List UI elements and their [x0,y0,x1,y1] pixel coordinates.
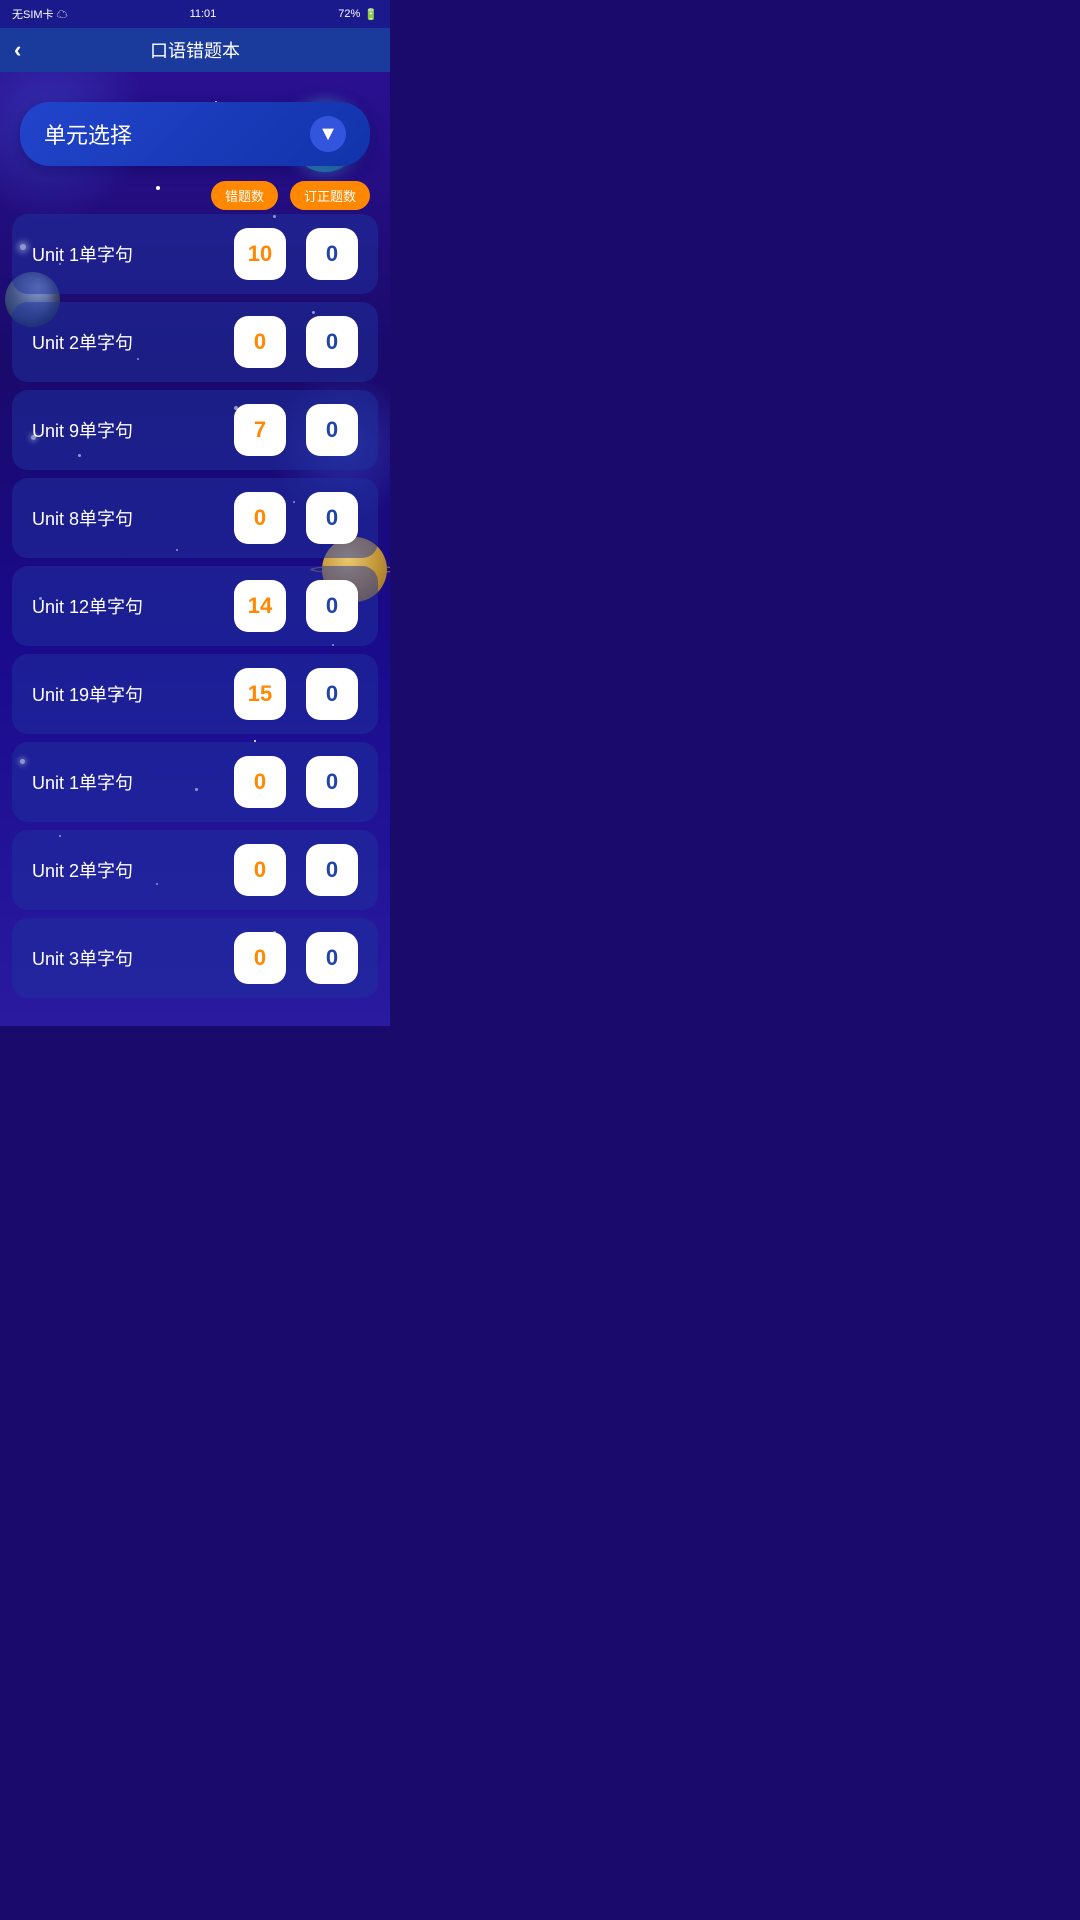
page-title: 口语错题本 [150,37,240,63]
item-counts: 00 [234,492,358,544]
correction-count-badge: 0 [306,756,358,808]
back-button[interactable]: ‹ [14,37,21,63]
chevron-down-icon: ▼ [310,116,346,152]
unit-name: Unit 12单字句 [32,593,234,619]
battery-icon: 🔋 [364,8,378,21]
status-left: 无SIM卡 ☁ [12,6,68,22]
list-item[interactable]: Unit 8单字句00 [12,478,378,558]
unit-selector-label: 单元选择 [44,118,132,150]
unit-name: Unit 8单字句 [32,505,234,531]
error-count-badge: 0 [234,844,286,896]
correction-count-badge: 0 [306,932,358,984]
error-count-badge: 14 [234,580,286,632]
list-item[interactable]: Unit 19单字句15 0 [12,654,378,734]
error-count-badge: 0 [234,932,286,984]
correction-count-badge: 0 [306,580,358,632]
error-count-badge: 0 [234,492,286,544]
correction-count-badge: 0 [306,228,358,280]
status-bar: 无SIM卡 ☁ 11:01 72% 🔋 [0,0,390,28]
correction-count-badge: 0 [306,404,358,456]
corrections-column-header: 订正题数 [290,181,370,210]
list-item[interactable]: Unit 12单字句14 0 [12,566,378,646]
status-time: 11:01 [190,8,217,20]
item-counts: 00 [234,316,358,368]
list-item[interactable]: Unit 2单字句00 [12,830,378,910]
main-content: 单元选择 ▼ 错题数 订正题数 Unit 1单字句100Unit 2单字句00U… [0,72,390,1026]
error-count-badge: 0 [234,316,286,368]
error-count-badge: 0 [234,756,286,808]
column-headers: 错题数 订正题数 [0,181,390,210]
signal-text: 无SIM卡 ☁ [12,6,68,22]
item-counts: 00 [234,756,358,808]
item-counts: 00 [234,844,358,896]
unit-name: Unit 3单字句 [32,945,234,971]
unit-name: Unit 1单字句 [32,241,234,267]
unit-name: Unit 2单字句 [32,329,234,355]
unit-name: Unit 9单字句 [32,417,234,443]
unit-name: Unit 2单字句 [32,857,234,883]
correction-count-badge: 0 [306,316,358,368]
errors-column-header: 错题数 [211,181,278,210]
unit-name: Unit 1单字句 [32,769,234,795]
error-count-badge: 10 [234,228,286,280]
header: ‹ 口语错题本 [0,28,390,72]
item-counts: 10 0 [234,228,358,280]
battery-text: 72% [338,8,360,20]
list-item[interactable]: Unit 3单字句00 [12,918,378,998]
units-list: Unit 1单字句100Unit 2单字句00Unit 9单字句70Unit 8… [0,214,390,998]
correction-count-badge: 0 [306,844,358,896]
list-item[interactable]: Unit 1单字句10 0 [12,214,378,294]
error-count-badge: 7 [234,404,286,456]
item-counts: 00 [234,932,358,984]
correction-count-badge: 0 [306,668,358,720]
status-right: 72% 🔋 [338,8,378,21]
unit-selector-dropdown[interactable]: 单元选择 ▼ [20,102,370,166]
item-counts: 70 [234,404,358,456]
list-item[interactable]: Unit 9单字句70 [12,390,378,470]
list-item[interactable]: Unit 1单字句00 [12,742,378,822]
list-item[interactable]: Unit 2单字句00 [12,302,378,382]
item-counts: 14 0 [234,580,358,632]
correction-count-badge: 0 [306,492,358,544]
item-counts: 15 0 [234,668,358,720]
error-count-badge: 15 [234,668,286,720]
unit-name: Unit 19单字句 [32,681,234,707]
